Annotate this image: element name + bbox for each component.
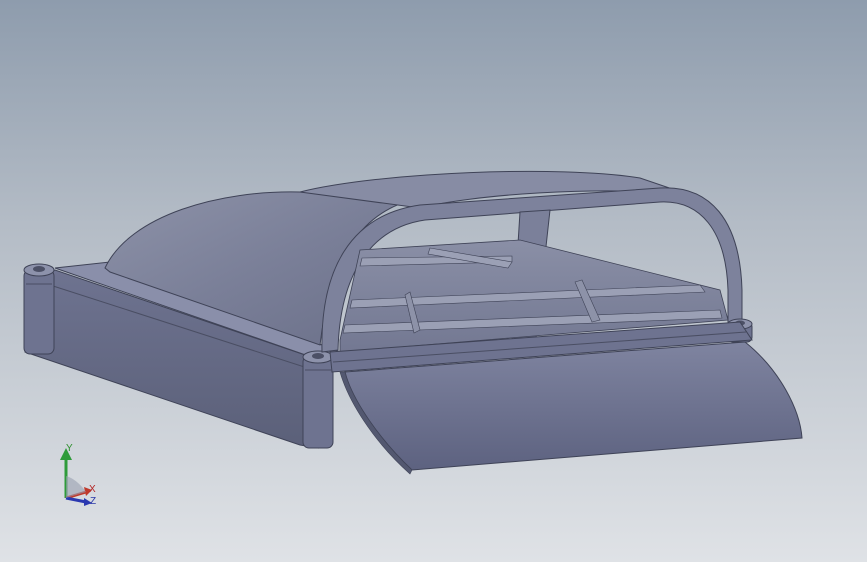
corner-post-left[interactable] bbox=[23, 263, 55, 355]
3d-model[interactable] bbox=[0, 0, 867, 562]
graphics-viewport[interactable]: Y X Z bbox=[0, 0, 867, 562]
x-axis-label: X bbox=[89, 484, 96, 495]
y-axis-label: Y bbox=[66, 443, 73, 454]
triad-plane bbox=[66, 476, 86, 498]
triad-graphic bbox=[60, 448, 92, 506]
orientation-triad: Y X Z bbox=[52, 440, 104, 512]
z-axis-label: Z bbox=[90, 496, 97, 507]
corner-post-middle[interactable] bbox=[302, 350, 334, 449]
z-axis-line bbox=[65, 496, 87, 504]
